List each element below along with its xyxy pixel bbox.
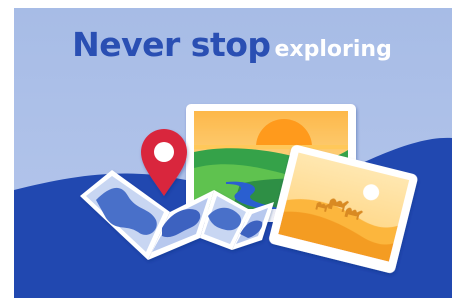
title-soft: exploring xyxy=(274,37,392,62)
banner: Never stop exploring xyxy=(0,0,464,300)
page-title: Never stop exploring xyxy=(0,28,464,61)
title-strong: Never stop xyxy=(72,25,271,64)
